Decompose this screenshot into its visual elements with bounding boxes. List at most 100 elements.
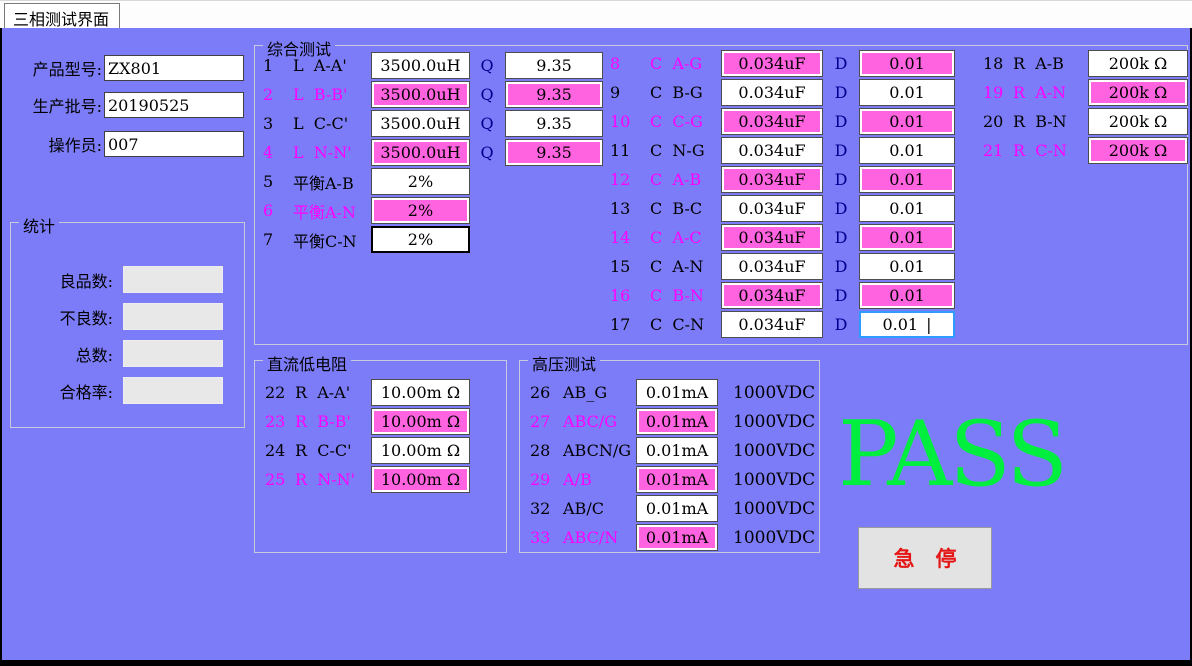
test-point-label: C B-G [650,83,718,102]
test-row-29: 29 A/B 0.01mA 1000VDC [530,465,815,494]
row-number: 25 [265,470,291,489]
param-value-field[interactable]: 0.01 [859,50,955,77]
measured-value-field[interactable]: 0.034uF [721,195,823,222]
test-row-33: 33 ABC/N 0.01mA 1000VDC [530,523,815,552]
row-number: 19 [983,83,1009,102]
param-value-field[interactable]: 0.01 [859,282,955,309]
measured-value-field[interactable]: 200k Ω [1088,137,1188,164]
dc-resistance-title: 直流低电阻 [263,351,351,375]
measured-value-field[interactable]: 10.00m Ω [371,437,470,464]
test-row-26: 26 AB_G 0.01mA 1000VDC [530,378,815,407]
row-number: 28 [530,441,556,460]
pass-status: PASS [838,416,1065,493]
operator-row: 操作员: [6,131,244,157]
leak-current-field[interactable]: 0.01mA [636,379,718,406]
measured-value-field[interactable]: 10.00m Ω [371,408,470,435]
test-row-27: 27 ABC/G 0.01mA 1000VDC [530,407,815,436]
total-count-row: 总数: [17,340,223,367]
leak-current-field[interactable]: 0.01mA [636,437,718,464]
row-number: 14 [610,228,636,247]
test-row-13: 13 C B-C 0.034uF D 0.01 [610,194,955,223]
leak-current-field[interactable]: 0.01mA [636,524,718,551]
test-row-7: 7 平衡C-N 2% [263,225,603,254]
param-value-field[interactable]: 9.35 [505,139,603,166]
test-point-label: C B-C [650,199,718,218]
param-letter: D [833,257,849,276]
inductance-balance-column: 1 L A-A' 3500.0uH Q 9.35 2 L B-B' 3500.0… [263,51,603,254]
test-row-8: 8 C A-G 0.034uF D 0.01 [610,49,955,78]
param-letter: Q [477,114,497,133]
param-value-field[interactable]: 0.01 [859,108,955,135]
param-letter: D [833,199,849,218]
test-point-label: 平衡A-N [293,199,367,223]
good-count-row: 良品数: [17,266,223,293]
leak-current-field[interactable]: 0.01mA [636,495,718,522]
batch-number-input[interactable] [104,92,244,118]
measured-value-field[interactable]: 3500.0uH [371,110,470,137]
measured-value-field-focused[interactable]: 2% [371,226,470,253]
param-value-field[interactable]: 0.01 [859,137,955,164]
test-point-label: ABC/N [563,528,629,547]
param-letter: D [833,170,849,189]
measured-value-field[interactable]: 0.034uF [721,311,823,338]
tab-three-phase-test[interactable]: 三相测试界面 [4,3,120,29]
param-value-field[interactable]: 0.01 [859,195,955,222]
measured-value-field[interactable]: 0.034uF [721,282,823,309]
param-value-field[interactable]: 9.35 [505,81,603,108]
param-value-field[interactable]: 0.01 [859,166,955,193]
measured-value-field[interactable]: 3500.0uH [371,52,470,79]
measured-value-field[interactable]: 2% [371,197,470,224]
measured-value-field[interactable]: 0.034uF [721,137,823,164]
pass-rate-field [123,377,223,404]
measured-value-field[interactable]: 0.034uF [721,253,823,280]
measured-value-field[interactable]: 0.034uF [721,79,823,106]
test-point-label: AB/C [563,499,629,518]
test-point-label: R B-N [1013,112,1085,131]
measured-value-field[interactable]: 0.034uF [721,108,823,135]
emergency-stop-button[interactable]: 急 停 [858,527,992,589]
measured-value-field[interactable]: 3500.0uH [371,81,470,108]
test-point-label: AB_G [563,383,629,402]
measured-value-field[interactable]: 200k Ω [1088,50,1188,77]
measured-value-field[interactable]: 10.00m Ω [371,379,470,406]
param-value-field[interactable]: 0.01 [859,79,955,106]
measured-value-field[interactable]: 2% [371,168,470,195]
resistance-column: 18 R A-B 200k Ω 19 R A-N 200k Ω 20 R B-N… [983,49,1188,165]
high-voltage-title: 高压测试 [528,351,600,375]
measured-value-field[interactable]: 200k Ω [1088,108,1188,135]
test-voltage-label: 1000VDC [733,499,815,519]
measured-value-field[interactable]: 3500.0uH [371,139,470,166]
test-point-label: C A-C [650,228,718,247]
row-number: 2 [263,85,287,104]
total-count-field [123,340,223,367]
measured-value-field[interactable]: 10.00m Ω [371,466,470,493]
measured-value-field[interactable]: 200k Ω [1088,79,1188,106]
total-count-label: 总数: [17,342,113,366]
leak-current-field[interactable]: 0.01mA [636,466,718,493]
test-row-15: 15 C A-N 0.034uF D 0.01 [610,252,955,281]
bad-count-label: 不良数: [17,305,113,329]
param-value-field[interactable]: 0.01 [859,253,955,280]
row-number: 3 [263,114,287,133]
row-number: 12 [610,170,636,189]
operator-input[interactable] [104,131,244,157]
param-value-field[interactable]: 9.35 [505,52,603,79]
measured-value-field[interactable]: 0.034uF [721,166,823,193]
leak-current-field[interactable]: 0.01mA [636,408,718,435]
row-number: 4 [263,143,287,162]
row-number: 21 [983,141,1009,160]
statistics-group-title: 统计 [19,213,59,237]
measured-value-field[interactable]: 0.034uF [721,224,823,251]
batch-number-label: 生产批号: [6,93,102,117]
test-voltage-label: 1000VDC [733,470,815,490]
param-value-field[interactable]: 0.01 [859,224,955,251]
row-number: 22 [265,383,291,402]
param-value-field-focused[interactable]: 0.01| [859,311,955,338]
row-number: 7 [263,230,287,249]
param-value-field[interactable]: 9.35 [505,110,603,137]
batch-number-row: 生产批号: [6,92,244,118]
product-model-input[interactable] [104,55,244,81]
measured-value-field[interactable]: 0.034uF [721,50,823,77]
param-letter: D [833,141,849,160]
dc-resistance-group: 直流低电阻 22 R A-A' 10.00m Ω 23 R B-B' 10.00… [254,360,507,553]
